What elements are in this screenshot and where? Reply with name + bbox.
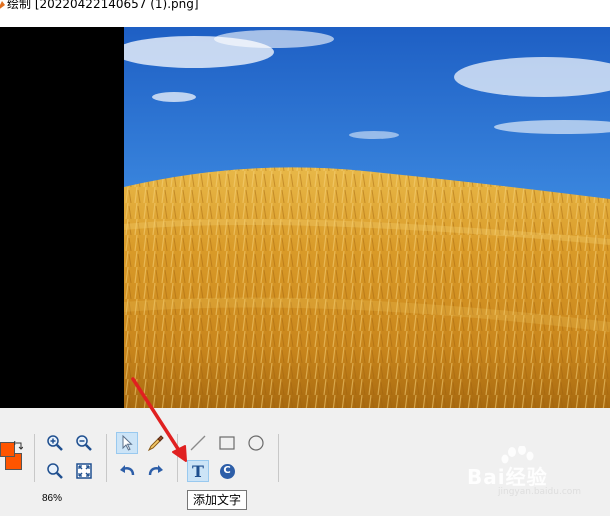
pointer-icon: [122, 435, 133, 451]
toolbar-separator: [177, 434, 178, 482]
copyright-glyph: C: [223, 465, 231, 476]
window-title: 绘制 [20220422140657 (1).png]: [7, 0, 199, 11]
fit-to-window-button[interactable]: [73, 460, 95, 482]
add-text-tool-button[interactable]: T: [187, 460, 209, 482]
ellipse-icon: [248, 435, 264, 451]
color-swatches[interactable]: [0, 441, 26, 475]
select-tool-button[interactable]: [116, 432, 138, 454]
zoom-level-readout: 86%: [42, 493, 63, 504]
zoom-custom-button[interactable]: [44, 460, 66, 482]
add-text-tooltip: 添加文字: [187, 490, 248, 510]
zoom-out-icon: [76, 435, 92, 451]
swap-colors-icon[interactable]: [14, 441, 23, 450]
fit-to-window-icon: [76, 463, 92, 479]
zoom-in-button[interactable]: [44, 432, 66, 454]
toolbar-separator: [278, 434, 279, 482]
redo-icon: [148, 465, 163, 476]
undo-button[interactable]: [116, 460, 138, 482]
toolbar-separator: [34, 434, 35, 482]
drawing-canvas[interactable]: [0, 27, 610, 408]
zoom-out-button[interactable]: [73, 432, 95, 454]
toolbar-separator: [106, 434, 107, 482]
magnifier-icon: [47, 463, 63, 479]
rectangle-icon: [219, 436, 235, 450]
text-icon: T: [192, 461, 204, 481]
title-bar: 绘制 [20220422140657 (1).png]: [0, 0, 610, 14]
foreground-color-swatch[interactable]: [0, 442, 15, 457]
rectangle-tool-button[interactable]: [216, 432, 238, 454]
redo-button[interactable]: [145, 460, 167, 482]
ellipse-tool-button[interactable]: [245, 432, 267, 454]
watermark-url: jingyan.baidu.com: [498, 487, 582, 497]
app-icon: [0, 1, 5, 9]
undo-icon: [120, 465, 135, 476]
eyedropper-tool-button[interactable]: [145, 432, 167, 454]
zoom-in-icon: [47, 435, 63, 451]
line-icon: [190, 435, 206, 451]
copyright-tool-button[interactable]: C: [216, 460, 238, 482]
line-tool-button[interactable]: [187, 432, 209, 454]
wheat-field-image: [124, 27, 610, 408]
eyedropper-icon: [147, 435, 164, 452]
copyright-icon: C: [219, 463, 235, 479]
watermark-logo-text: Bai经验: [467, 465, 548, 489]
